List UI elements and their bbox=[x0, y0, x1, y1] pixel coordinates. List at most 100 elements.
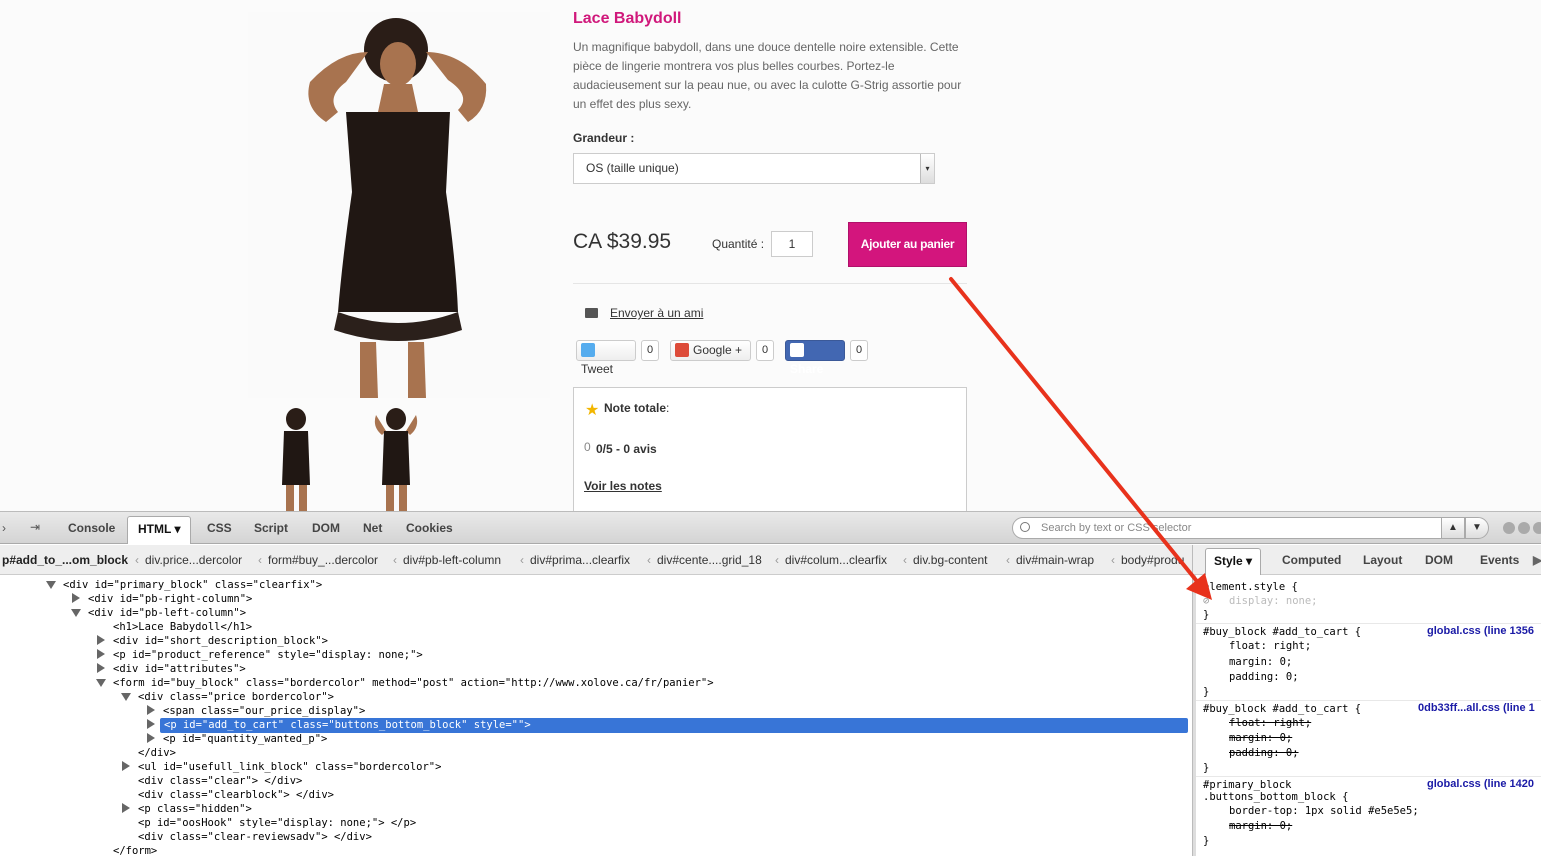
side-tab-computed[interactable]: Computed bbox=[1282, 553, 1341, 567]
html-node[interactable]: <p id="quantity_wanted_p"> bbox=[163, 732, 327, 746]
css-property[interactable]: display: none; bbox=[1229, 594, 1318, 608]
firebug-search-input[interactable]: Search by text or CSS selector bbox=[1012, 517, 1442, 539]
html-node[interactable]: <p id="oosHook" style="display: none;"> … bbox=[138, 816, 416, 830]
html-node[interactable]: <div id="pb-left-column"> bbox=[88, 606, 246, 620]
css-source-link[interactable]: global.css (line 1420 bbox=[1427, 778, 1534, 790]
product-thumbnail[interactable] bbox=[266, 405, 326, 511]
css-property[interactable]: float: right; bbox=[1229, 716, 1311, 730]
tab-script[interactable]: Script bbox=[254, 521, 288, 535]
quantity-input[interactable]: 1 bbox=[771, 231, 813, 257]
html-node[interactable]: <form id="buy_block" class="bordercolor"… bbox=[113, 676, 714, 690]
css-property[interactable]: margin: 0; bbox=[1229, 819, 1292, 833]
html-node[interactable]: <div class="clear-reviewsadv"> </div> bbox=[138, 830, 372, 844]
html-node[interactable]: <div class="clearblock"> </div> bbox=[138, 788, 334, 802]
collapse-toggle-icon[interactable] bbox=[121, 693, 131, 701]
breadcrumb-item[interactable]: div.price...dercolor bbox=[135, 553, 242, 567]
google-plus-label: Google + bbox=[693, 343, 743, 357]
side-tab-events[interactable]: Events bbox=[1480, 553, 1519, 567]
google-plus-count: 0 bbox=[756, 340, 775, 361]
breadcrumb-item[interactable]: div.bg-content bbox=[903, 553, 988, 567]
html-node[interactable]: <span class="our_price_display"> bbox=[163, 704, 365, 718]
element-style-selector[interactable]: element.style { bbox=[1203, 580, 1298, 594]
side-tab-style[interactable]: Style ▾ bbox=[1205, 548, 1262, 575]
close-icon[interactable] bbox=[1533, 522, 1541, 534]
share-count: 0 bbox=[850, 340, 869, 361]
tab-cookies[interactable]: Cookies bbox=[406, 521, 453, 535]
css-brace: } bbox=[1203, 609, 1210, 621]
css-property[interactable]: margin: 0; bbox=[1229, 655, 1292, 669]
tab-dom[interactable]: DOM bbox=[312, 521, 340, 535]
html-node[interactable]: <p id="product_reference" style="display… bbox=[113, 648, 423, 662]
search-prev-button[interactable]: ▲ bbox=[1441, 517, 1465, 539]
html-node[interactable]: <div id="pb-right-column"> bbox=[88, 592, 252, 606]
breadcrumb-item[interactable]: form#buy_...dercolor bbox=[258, 553, 378, 567]
expand-toggle-icon[interactable] bbox=[147, 705, 155, 715]
tab-css[interactable]: CSS bbox=[207, 521, 232, 535]
star-icon: ★ bbox=[585, 402, 600, 419]
html-node[interactable]: <div id="short_description_block"> bbox=[113, 634, 328, 648]
add-to-cart-button[interactable]: Ajouter au panier bbox=[848, 222, 967, 267]
html-node[interactable]: <div id="attributes"> bbox=[113, 662, 246, 676]
product-main-image[interactable] bbox=[248, 12, 550, 398]
style-panel: element.style { ⊘ display: none; } #buy_… bbox=[1196, 575, 1541, 856]
css-selector[interactable]: #buy_block #add_to_cart { bbox=[1203, 625, 1361, 639]
expand-toggle-icon[interactable] bbox=[72, 593, 80, 603]
html-node[interactable]: <div class="clear"> </div> bbox=[138, 774, 302, 788]
html-node[interactable]: <ul id="usefull_link_block" class="borde… bbox=[138, 760, 441, 774]
html-node[interactable]: <div class="price bordercolor"> bbox=[138, 690, 334, 704]
more-tabs-icon[interactable]: ▶ bbox=[1533, 553, 1541, 567]
tab-console[interactable]: Console bbox=[68, 521, 115, 535]
google-plus-button[interactable]: Google + bbox=[670, 340, 751, 361]
css-selector[interactable]: #buy_block #add_to_cart { bbox=[1203, 702, 1361, 716]
html-node[interactable]: <div id="primary_block" class="clearfix"… bbox=[63, 578, 322, 592]
html-node[interactable]: </form> bbox=[113, 844, 157, 856]
html-node[interactable]: <p class="hidden"> bbox=[138, 802, 252, 816]
breadcrumb-item[interactable]: div#prima...clearfix bbox=[520, 553, 630, 567]
html-node[interactable]: </div> bbox=[138, 746, 176, 760]
expand-toggle-icon[interactable] bbox=[97, 649, 105, 659]
side-tab-layout[interactable]: Layout bbox=[1363, 553, 1402, 567]
expand-toggle-icon[interactable] bbox=[122, 803, 130, 813]
tab-html[interactable]: HTML ▾ bbox=[127, 516, 192, 544]
breadcrumb-item[interactable]: p#add_to_...om_block bbox=[2, 553, 128, 567]
breadcrumb-item[interactable]: div#cente....grid_18 bbox=[647, 553, 762, 567]
divider bbox=[573, 283, 967, 284]
expand-toggle-icon[interactable] bbox=[97, 635, 105, 645]
search-next-button[interactable]: ▼ bbox=[1465, 517, 1489, 539]
rule-separator bbox=[1196, 700, 1541, 701]
size-select[interactable]: OS (taille unique) ▾ bbox=[573, 153, 935, 184]
expand-toggle-icon[interactable] bbox=[97, 663, 105, 673]
tweet-button[interactable]: Tweet bbox=[576, 340, 636, 376]
collapse-toggle-icon[interactable] bbox=[46, 581, 56, 589]
breadcrumb-item[interactable]: div#main-wrap bbox=[1006, 553, 1094, 567]
css-property[interactable]: float: right; bbox=[1229, 639, 1311, 653]
css-source-link[interactable]: global.css (line 1356 bbox=[1427, 625, 1534, 637]
css-selector[interactable]: .buttons_bottom_block { bbox=[1203, 790, 1348, 804]
disabled-icon[interactable]: ⊘ bbox=[1203, 594, 1209, 608]
css-property[interactable]: border-top: 1px solid #e5e5e5; bbox=[1229, 804, 1419, 818]
css-property[interactable]: margin: 0; bbox=[1229, 731, 1292, 745]
expand-toggle-icon[interactable] bbox=[147, 719, 155, 729]
facebook-share-button[interactable]: Share bbox=[785, 340, 845, 376]
tab-net[interactable]: Net bbox=[363, 521, 382, 535]
css-property[interactable]: padding: 0; bbox=[1229, 670, 1299, 684]
expand-toggle-icon[interactable] bbox=[147, 733, 155, 743]
breadcrumb-item[interactable]: div#pb-left-column bbox=[393, 553, 501, 567]
send-to-friend-link[interactable]: Envoyer à un ami bbox=[610, 306, 703, 320]
html-node[interactable]: <h1>Lace Babydoll</h1> bbox=[113, 620, 252, 634]
css-property[interactable]: padding: 0; bbox=[1229, 746, 1299, 760]
css-source-link[interactable]: 0db33ff...all.css (line 1 bbox=[1418, 702, 1535, 714]
detach-icon[interactable] bbox=[1518, 522, 1530, 534]
see-reviews-link[interactable]: Voir les notes bbox=[584, 479, 662, 493]
expand-toggle-icon[interactable] bbox=[122, 761, 130, 771]
breadcrumb-item[interactable]: body#produ bbox=[1111, 553, 1184, 567]
side-tab-dom[interactable]: DOM bbox=[1425, 553, 1453, 567]
collapse-toggle-icon[interactable] bbox=[96, 679, 106, 687]
selected-html-node[interactable]: <p id="add_to_cart" class="buttons_botto… bbox=[160, 718, 1188, 733]
product-thumbnail[interactable] bbox=[366, 405, 426, 511]
firebug-menu-icon[interactable]: › bbox=[2, 521, 6, 535]
breadcrumb-item[interactable]: div#colum...clearfix bbox=[775, 553, 887, 567]
minimize-icon[interactable] bbox=[1503, 522, 1515, 534]
collapse-toggle-icon[interactable] bbox=[71, 609, 81, 617]
inspect-icon[interactable]: ⇥ bbox=[30, 520, 40, 534]
